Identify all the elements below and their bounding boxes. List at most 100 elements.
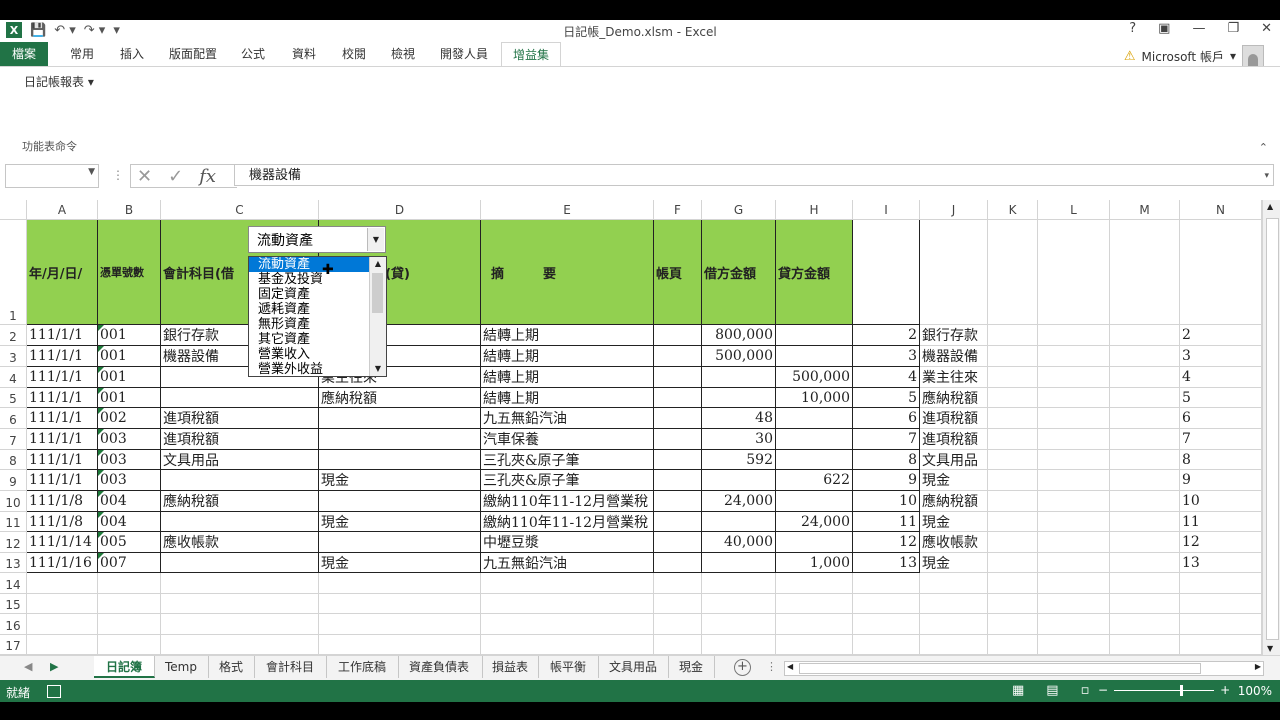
cell-empty[interactable]	[1038, 573, 1110, 594]
cell-g[interactable]: 30	[702, 429, 776, 450]
spreadsheet-grid[interactable]: A B C D E F G H I J K L M N 1 2 3 4 5 6 7 8 9 10 11 12 13 14 15 16 17 年…	[0, 200, 1262, 655]
cell-b[interactable]: 003	[98, 470, 161, 491]
cell-e[interactable]: 結轉上期	[481, 388, 654, 408]
cell-b[interactable]: 001	[98, 346, 161, 367]
cell-f[interactable]	[654, 532, 702, 553]
cell-empty[interactable]	[776, 614, 853, 635]
row-header[interactable]: 9	[0, 470, 27, 491]
cell-i[interactable]: 3	[853, 346, 920, 367]
cell-empty[interactable]	[1038, 594, 1110, 614]
cell-i[interactable]: 8	[853, 450, 920, 470]
cell-i[interactable]: 12	[853, 532, 920, 553]
tab-add-ins[interactable]: 增益集	[501, 42, 561, 67]
tab-home[interactable]: 常用	[60, 42, 104, 66]
cell-a[interactable]: 111/1/1	[27, 470, 98, 491]
account-category-combo[interactable]: 流動資產 ▼	[248, 226, 386, 253]
cell-empty[interactable]	[776, 594, 853, 614]
cell-d[interactable]	[319, 491, 481, 512]
cell-l[interactable]	[1038, 470, 1110, 491]
sheet-tab[interactable]: 會計科目	[254, 656, 327, 678]
zoom-track[interactable]	[1114, 684, 1215, 696]
cell-j[interactable]: 文具用品	[920, 450, 988, 470]
cell-c[interactable]: 進項稅額	[161, 429, 319, 450]
cell-h[interactable]	[776, 325, 853, 346]
dropdown-item[interactable]: 遞耗資產	[249, 302, 386, 317]
cell-i[interactable]: 6	[853, 408, 920, 429]
sheet-tab[interactable]: 文具用品	[598, 656, 669, 678]
cell-h[interactable]: 10,000	[776, 388, 853, 408]
cell-k[interactable]	[988, 512, 1038, 532]
cell-j[interactable]: 現金	[920, 553, 988, 573]
zoom-in-icon[interactable]: +	[1220, 683, 1230, 697]
cell-n[interactable]: 2	[1180, 325, 1262, 346]
zoom-level[interactable]: 100%	[1238, 684, 1272, 698]
cell-empty[interactable]	[98, 635, 161, 655]
row-header[interactable]: 6	[0, 408, 27, 429]
cell-f[interactable]	[654, 450, 702, 470]
select-all-corner[interactable]	[0, 200, 27, 220]
cell-k[interactable]	[988, 388, 1038, 408]
cell-b[interactable]: 003	[98, 450, 161, 470]
cell-m[interactable]	[1110, 346, 1180, 367]
help-icon[interactable]: ?	[1129, 21, 1136, 36]
cell-e[interactable]: 九五無鉛汽油	[481, 408, 654, 429]
row-header[interactable]: 8	[0, 450, 27, 470]
cell-h[interactable]	[776, 532, 853, 553]
cell-b[interactable]: 001	[98, 325, 161, 346]
cell-a[interactable]: 111/1/1	[27, 450, 98, 470]
minimize-icon[interactable]: —	[1192, 21, 1205, 36]
cell-a[interactable]: 111/1/8	[27, 491, 98, 512]
page-layout-view-icon[interactable]: ▤	[1046, 683, 1058, 698]
cell-f[interactable]	[654, 512, 702, 532]
close-icon[interactable]: ✕	[1261, 21, 1272, 36]
cell-j[interactable]: 應納稅額	[920, 388, 988, 408]
cell-empty[interactable]	[1180, 614, 1262, 635]
normal-view-icon[interactable]: ▦	[1012, 683, 1024, 698]
cell-f[interactable]	[654, 470, 702, 491]
cell-b[interactable]: 004	[98, 491, 161, 512]
header-credit[interactable]: 貸方金額	[776, 220, 853, 325]
cell-e[interactable]: 汽車保養	[481, 429, 654, 450]
cell-a[interactable]: 111/1/14	[27, 532, 98, 553]
dropdown-item[interactable]: 無形資產	[249, 317, 386, 332]
cell-l[interactable]	[1038, 388, 1110, 408]
cell-d[interactable]	[319, 408, 481, 429]
row-header[interactable]: 14	[0, 573, 27, 594]
cell-c[interactable]: 進項稅額	[161, 408, 319, 429]
cell-n[interactable]: 8	[1180, 450, 1262, 470]
cell-empty[interactable]	[481, 594, 654, 614]
sheet-tab[interactable]: 帳平衡	[538, 656, 599, 678]
cell-empty[interactable]	[988, 594, 1038, 614]
cell-m[interactable]	[1110, 388, 1180, 408]
cell-c[interactable]: 應納稅額	[161, 491, 319, 512]
cell-b[interactable]: 003	[98, 429, 161, 450]
cell-g[interactable]	[702, 512, 776, 532]
cell-b[interactable]: 001	[98, 388, 161, 408]
cell-empty[interactable]	[161, 594, 319, 614]
cell-c[interactable]: 文具用品	[161, 450, 319, 470]
sheet-tab[interactable]: Temp	[154, 656, 209, 678]
cell-empty[interactable]	[161, 614, 319, 635]
column-header[interactable]: B	[98, 200, 161, 220]
cell-e[interactable]: 中壢豆漿	[481, 532, 654, 553]
cell-d[interactable]: 現金	[319, 553, 481, 573]
tab-file[interactable]: 檔案	[0, 42, 48, 66]
dropdown-item[interactable]: 營業收入	[249, 347, 386, 362]
cell-e[interactable]: 三孔夾&原子筆	[481, 470, 654, 491]
cell-empty[interactable]	[481, 573, 654, 594]
cell-e[interactable]: 九五無鉛汽油	[481, 553, 654, 573]
cell-f[interactable]	[654, 346, 702, 367]
cell-empty[interactable]	[27, 635, 98, 655]
cell-empty[interactable]	[319, 635, 481, 655]
row-header[interactable]: 4	[0, 367, 27, 388]
cell-d[interactable]: 現金	[319, 512, 481, 532]
dropdown-item[interactable]: 流動資產	[249, 257, 386, 272]
cell-empty[interactable]	[1110, 220, 1180, 325]
cell-k[interactable]	[988, 532, 1038, 553]
cell-a[interactable]: 111/1/16	[27, 553, 98, 573]
header-date[interactable]: 年/月/日/	[27, 220, 98, 325]
cell-d[interactable]: 現金	[319, 470, 481, 491]
cell-l[interactable]	[1038, 408, 1110, 429]
cell-i[interactable]: 11	[853, 512, 920, 532]
scroll-up-icon[interactable]: ▲	[1267, 202, 1273, 211]
